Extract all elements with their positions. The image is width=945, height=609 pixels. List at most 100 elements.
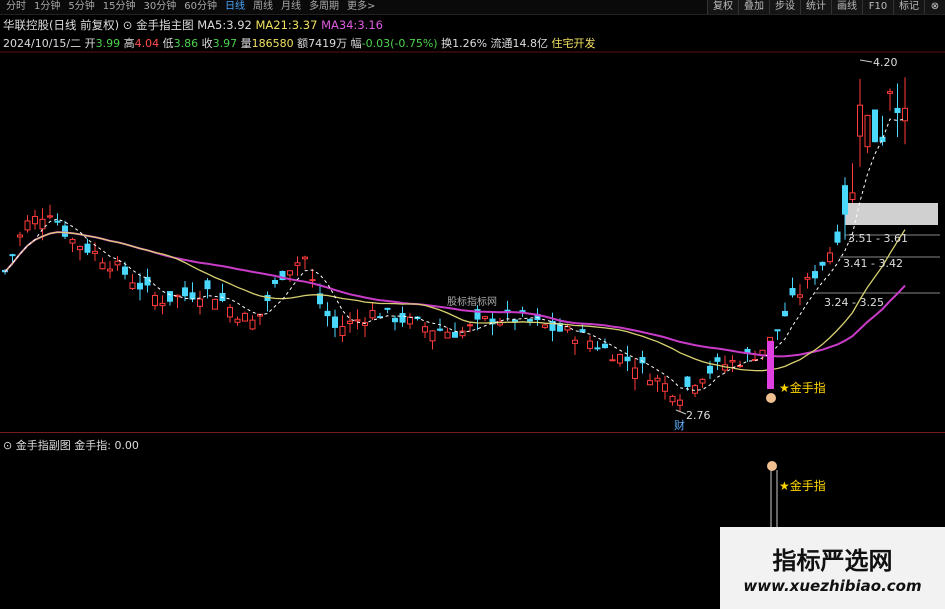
low-price-label: 2.76 [686,409,711,422]
candle-body [444,331,451,339]
candle-body [24,220,31,231]
range1-label: 3.51 - 3.61 [848,232,908,245]
candle-body [542,324,548,328]
candle-body [212,298,218,310]
candle-body [32,216,38,225]
candle-body [407,316,413,325]
change-label: 幅 [350,37,362,50]
sub-indicator-title[interactable]: ⊙ 金手指副图 [3,439,71,452]
change-value: -0.03(-0.75%) [361,37,438,50]
candle-body [714,357,721,362]
candle-body [842,185,848,215]
candle-body [849,192,856,200]
watermark-title: 指标严选网 [772,547,893,575]
close-value: 3.97 [212,37,238,50]
candle-body [182,287,188,297]
candle-body [107,268,113,272]
candle-body [857,104,863,137]
candle-body [729,360,736,363]
candle-body [287,270,293,276]
candle-body [272,280,278,284]
candle-body [827,252,833,263]
low-label: 低 [162,37,174,50]
candle-body [77,245,83,251]
candle-body [302,256,308,260]
candle-body [662,383,668,392]
candle-body [227,306,233,318]
stock-name: 华联控股(日线 前复权) [3,18,120,32]
candle-body [602,343,608,349]
open-value: 3.99 [95,37,121,50]
candle-body [122,266,128,275]
candle-body [242,312,248,322]
candle-body [639,357,646,364]
indicator-title[interactable]: ⊙ 金手指主图 [123,18,194,32]
volume-label: 量 [240,37,252,50]
candle-body [437,328,443,331]
candle-body [54,220,61,223]
signal-label: ★金手指 [779,380,826,395]
candle-body [452,331,458,338]
ma21-label: MA21: [255,18,292,32]
candle-body [684,376,691,387]
high-value: 4.04 [134,37,160,50]
volume-value: 186580 [251,37,294,50]
float-value: 流通14.8亿 [490,37,549,50]
candle-body [872,109,878,143]
candle-body [62,225,68,237]
candle-body [17,234,23,238]
pane-divider[interactable] [0,432,945,433]
candle-body [819,261,826,266]
range2-label: 3.41 - 3.42 [843,257,903,270]
candle-body [632,367,638,380]
candle-body [879,136,886,142]
close-label: 收 [201,37,213,50]
candle-body [384,307,391,310]
low-marker-label: 财 [674,418,685,432]
candle-body [834,231,841,243]
candle-body [699,378,706,384]
candle-body [594,347,601,350]
candle-body [609,359,616,362]
candle-body [572,339,578,344]
candle-body [339,326,346,337]
range3-label: 3.24 - 3.25 [824,296,884,309]
high-price-label: 4.20 [873,56,898,69]
sub-hand-pointer-icon [767,461,777,471]
candle-body [144,276,151,286]
candle-body [189,292,196,300]
open-label: 开 [84,37,96,50]
candle-body [47,215,53,218]
candle-body [324,310,331,317]
candle-body [812,271,818,279]
candle-body [392,317,398,323]
candle-body [767,336,773,342]
candle-body [482,316,488,320]
ma34-value: 3.16 [357,18,383,32]
candle-body [797,294,803,298]
candle-body [332,316,338,328]
candle-body [354,319,361,322]
kline-chart[interactable]: ★金手指 4.20 2.76 财 3.51 - 3.61 3.41 - 3.42… [0,0,945,609]
sector-value: 住宅开发 [551,37,596,50]
sub-signal-label: ★金手指 [779,478,826,493]
sub-value-label: 金手指: [74,439,111,452]
candle-body [167,291,173,302]
candle-body [692,385,698,394]
candle-body [864,114,871,148]
candle-body [774,329,781,332]
amount-value: 7419万 [308,37,348,50]
candle-body [99,262,106,270]
candle-body [902,107,908,122]
candle-body [204,280,211,290]
candle-body [159,302,166,307]
candle-body [347,320,353,325]
candle-body [647,380,653,386]
hand-pointer-icon [766,393,776,403]
watermark-box: 指标严选网 www.xuezhibiao.com [720,527,945,609]
candle-body [39,218,46,230]
amount-label: 额 [297,37,309,50]
low-value: 3.86 [173,37,199,50]
candle-body [429,330,436,342]
candle-body [789,288,796,296]
